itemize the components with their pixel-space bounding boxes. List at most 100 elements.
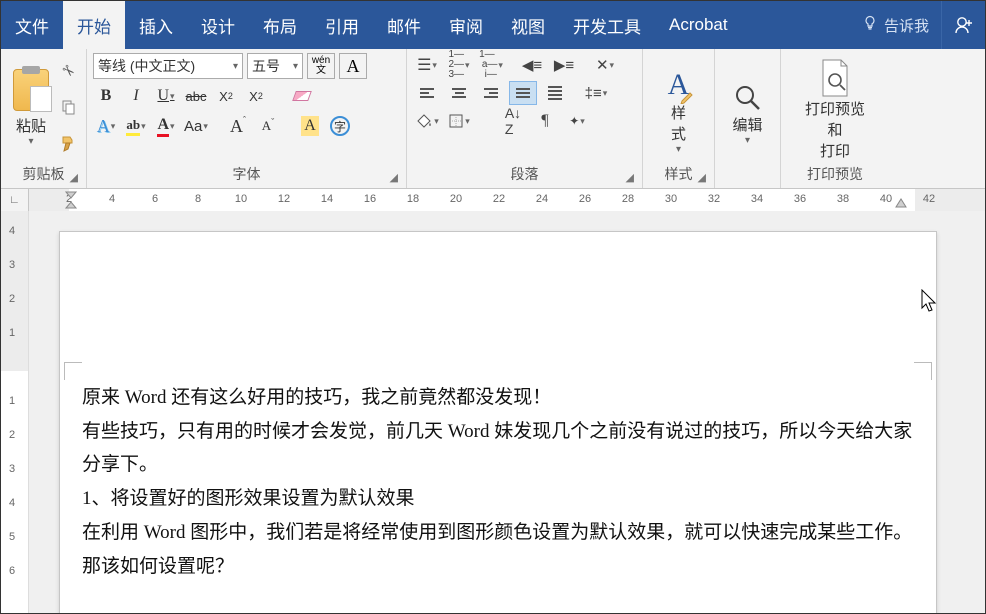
font-launcher[interactable]: ◢ <box>390 171 398 184</box>
format-painter-button[interactable] <box>57 133 79 155</box>
align-right-button[interactable] <box>477 81 505 105</box>
multilevel-icon: 1— a— i— <box>479 50 497 80</box>
tab-mailings[interactable]: 邮件 <box>373 1 435 49</box>
document-area: 4321123456 原来 Word 还有这么好用的技巧，我之前竟然都没发现！ … <box>1 211 985 613</box>
print-preview-button[interactable]: 打印预览和 打印 <box>799 58 871 161</box>
tab-view[interactable]: 视图 <box>497 1 559 49</box>
styles-button[interactable]: A 样式 ▾ <box>661 68 696 155</box>
ruler-tick: 40 <box>880 193 892 205</box>
superscript-button[interactable]: X <box>243 83 269 109</box>
ruler-tick: 18 <box>407 193 419 205</box>
right-indent-marker[interactable] <box>895 198 907 208</box>
char-border-button[interactable]: A <box>339 53 367 79</box>
bold-button[interactable]: B <box>93 83 119 109</box>
circled-char-button[interactable]: 字 <box>327 113 353 139</box>
brush-icon <box>59 135 77 153</box>
shrink-font-button[interactable]: Aˇ <box>255 113 281 139</box>
tab-insert[interactable]: 插入 <box>125 1 187 49</box>
tell-me-box[interactable]: 告诉我 <box>850 1 941 49</box>
vruler-tick: 1 <box>9 395 15 407</box>
doc-paragraph[interactable]: 有些技巧，只有用的时候才会发觉，前几天 Word 妹发现几个之前没有说过的技巧，… <box>82 416 914 481</box>
grow-font-button[interactable]: Aˆ <box>225 113 251 139</box>
tab-selector[interactable]: ∟ <box>1 189 29 211</box>
change-case-button[interactable]: Aa▾ <box>183 113 209 139</box>
copy-button[interactable] <box>57 96 79 118</box>
tab-home[interactable]: 开始 <box>63 1 125 49</box>
share-button[interactable] <box>941 1 985 49</box>
shading-button[interactable]: ▾ <box>413 109 441 133</box>
show-hide-button[interactable]: ¶ <box>531 109 559 133</box>
doc-paragraph[interactable]: 原来 Word 还有这么好用的技巧，我之前竟然都没发现！ <box>82 382 914 414</box>
bullets-button[interactable]: ☰▾ <box>413 53 441 77</box>
first-line-indent-marker[interactable] <box>65 191 77 209</box>
font-size-value: 五号 <box>252 56 280 76</box>
print-preview-group-label: 打印预览 <box>787 162 883 188</box>
ruler-tick: 42 <box>923 193 935 205</box>
print-preview-label2: 打印 <box>820 140 850 161</box>
page-viewport[interactable]: 原来 Word 还有这么好用的技巧，我之前竟然都没发现！ 有些技巧，只有用的时候… <box>29 211 985 613</box>
tab-references[interactable]: 引用 <box>311 1 373 49</box>
text-effects-button[interactable]: A▾ <box>93 113 119 139</box>
clear-formatting-button[interactable] <box>289 83 315 109</box>
styles-icon: A <box>668 68 690 102</box>
distributed-button[interactable] <box>541 81 569 105</box>
ruler-tick: 10 <box>235 193 247 205</box>
multilevel-button[interactable]: 1— a— i—▾ <box>477 53 505 77</box>
tab-design[interactable]: 设计 <box>187 1 249 49</box>
font-size-combo[interactable]: 五号▾ <box>247 53 303 79</box>
enclose-char-icon: A <box>301 116 319 136</box>
clipboard-launcher[interactable]: ◢ <box>70 171 78 184</box>
underline-button[interactable]: U▾ <box>153 83 179 109</box>
cut-button[interactable]: ✂ <box>57 60 79 82</box>
line-spacing-icon: ‡≡ <box>585 85 602 102</box>
tab-acrobat[interactable]: Acrobat <box>655 1 742 49</box>
styles-launcher[interactable]: ◢ <box>698 171 706 184</box>
doc-paragraph[interactable]: 在利用 Word 图形中，我们若是将经常使用到图形颜色设置为默认效果，就可以快速… <box>82 517 914 549</box>
ruler-bar: ∟ 24681012141618202224262830323436384042 <box>1 189 985 211</box>
group-clipboard: 粘贴 ▾ ✂ 剪贴板 ◢ <box>1 49 87 188</box>
document-body[interactable]: 原来 Word 还有这么好用的技巧，我之前竟然都没发现！ 有些技巧，只有用的时候… <box>82 382 914 584</box>
snap-to-grid-button[interactable]: ✦▾ <box>563 109 591 133</box>
share-icon <box>953 14 975 36</box>
align-center-button[interactable] <box>445 81 473 105</box>
tab-review[interactable]: 审阅 <box>435 1 497 49</box>
increase-indent-button[interactable]: ▶≡ <box>550 53 578 77</box>
vertical-ruler[interactable]: 4321123456 <box>1 211 29 613</box>
subscript-button[interactable]: X <box>213 83 239 109</box>
ruler-tick: 28 <box>622 193 634 205</box>
phonetic-guide-button[interactable]: wén 文 <box>307 53 335 79</box>
vruler-tick: 5 <box>9 531 15 543</box>
find-icon <box>732 82 764 114</box>
asian-layout-button[interactable]: ✕▾ <box>591 53 619 77</box>
paste-button[interactable]: 粘贴 ▾ <box>7 53 55 162</box>
highlight-button[interactable]: ab▾ <box>123 113 149 139</box>
numbering-button[interactable]: 1—2—3—▾ <box>445 53 473 77</box>
borders-button[interactable]: ▾ <box>445 109 473 133</box>
doc-paragraph[interactable]: 那该如何设置呢？ <box>82 551 914 583</box>
doc-paragraph[interactable]: 1、将设置好的图形效果设置为默认效果 <box>82 483 914 515</box>
tab-developer[interactable]: 开发工具 <box>559 1 655 49</box>
decrease-indent-button[interactable]: ◀≡ <box>518 53 546 77</box>
editing-button[interactable]: 编辑 ▾ <box>726 82 770 146</box>
sort-button[interactable]: A↓Z <box>499 109 527 133</box>
font-color-button[interactable]: A▾ <box>153 113 179 139</box>
horizontal-ruler[interactable]: 24681012141618202224262830323436384042 <box>29 189 985 211</box>
line-spacing-button[interactable]: ‡≡▾ <box>582 81 610 105</box>
italic-button[interactable]: I <box>123 83 149 109</box>
ruler-tick: 16 <box>364 193 376 205</box>
pilcrow-icon: ¶ <box>541 112 548 130</box>
align-justify-button[interactable] <box>509 81 537 105</box>
align-right-icon <box>484 88 498 98</box>
align-left-button[interactable] <box>413 81 441 105</box>
vruler-tick: 2 <box>9 429 15 441</box>
tab-layout[interactable]: 布局 <box>249 1 311 49</box>
print-preview-icon <box>818 58 852 98</box>
paragraph-group-label: 段落 ◢ <box>413 162 636 188</box>
paragraph-launcher[interactable]: ◢ <box>626 171 634 184</box>
font-name-combo[interactable]: 等线 (中文正文)▾ <box>93 53 243 79</box>
vruler-tick: 1 <box>9 327 15 339</box>
strikethrough-button[interactable]: abc <box>183 83 209 109</box>
enclose-char-button[interactable]: A <box>297 113 323 139</box>
align-center-icon <box>452 88 466 98</box>
tab-file[interactable]: 文件 <box>1 1 63 49</box>
